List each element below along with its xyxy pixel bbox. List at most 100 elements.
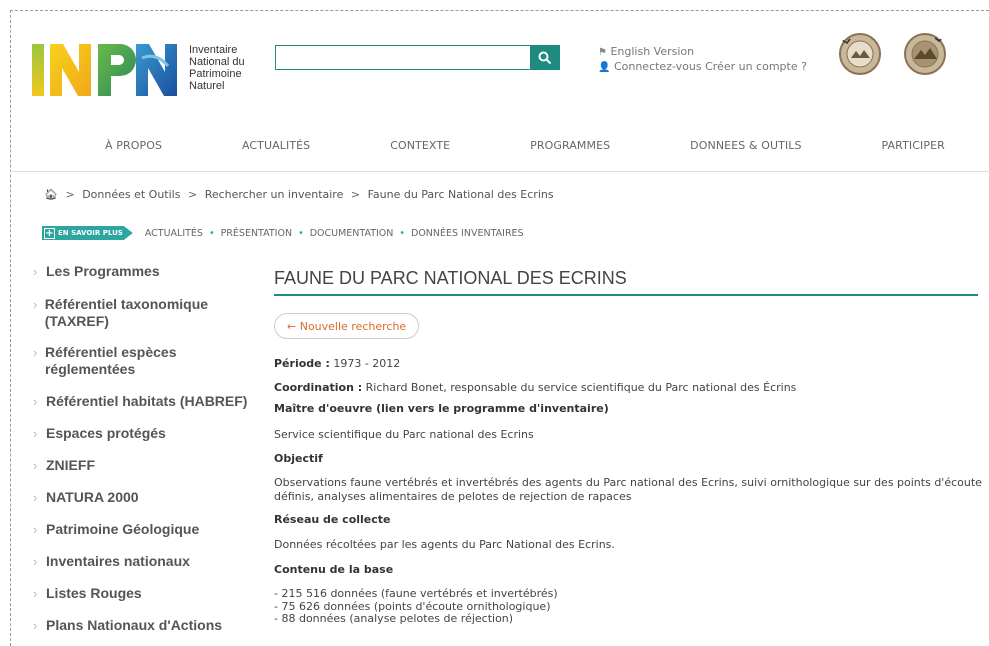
sidebar: › Les Programmes › Référentiel taxonomique… — [33, 263, 253, 634]
nav-divider — [10, 171, 989, 172]
subnav-presentation[interactable]: PRÉSENTATION — [221, 228, 293, 239]
sidebar-item-espaces-proteges[interactable]: › Espaces protégés — [33, 425, 253, 442]
contenu-item: - 215 516 données (faune vertébrés et in… — [274, 587, 558, 600]
breadcrumb-rechercher-inventaire[interactable]: Rechercher un inventaire — [205, 188, 344, 201]
english-version-link[interactable]: ⚑ English Version — [598, 45, 694, 58]
sidebar-item-label: ZNIEFF — [46, 457, 95, 473]
chevron-right-icon: › — [33, 264, 38, 279]
reseau-heading: Réseau de collecte — [274, 513, 984, 527]
reseau-heading-text: Réseau de collecte — [274, 513, 391, 526]
badge-label: EN SAVOIR PLUS — [58, 229, 123, 237]
sidebar-item-listes-rouges[interactable]: › Listes Rouges — [33, 585, 253, 602]
home-icon[interactable]: 🏠︎ — [44, 188, 58, 201]
logo-text-line: Patrimoine — [189, 68, 242, 80]
breadcrumb-separator: > — [350, 188, 361, 201]
periode-value: 1973 - 2012 — [333, 357, 401, 370]
chevron-right-icon: › — [33, 554, 38, 569]
new-search-button[interactable]: ← Nouvelle recherche — [274, 313, 420, 339]
chevron-right-icon: › — [33, 586, 38, 601]
chevron-right-icon: › — [33, 522, 38, 537]
coordination-value: Richard Bonet, responsable du service sc… — [365, 381, 797, 394]
main-nav: À PROPOS ACTUALITÉS CONTEXTE PROGRAMMES … — [85, 139, 965, 152]
subnav-actualites[interactable]: ACTUALITÉS — [145, 228, 203, 239]
sidebar-item-label: Espaces protégés — [46, 425, 166, 441]
subnav-donnees-inventaires[interactable]: DONNÉES INVENTAIRES — [411, 228, 524, 239]
chevron-right-icon: › — [33, 458, 38, 473]
objectif-heading-text: Objectif — [274, 452, 323, 465]
logo-text-line: National du — [189, 56, 245, 68]
breadcrumb-separator: > — [187, 188, 198, 201]
nav-item-a-propos[interactable]: À PROPOS — [85, 139, 182, 152]
maitre-value: Service scientifique du Parc national de… — [274, 428, 534, 441]
sidebar-item-label: Les Programmes — [46, 263, 160, 279]
coordination-row: Coordination : Richard Bonet, responsabl… — [274, 381, 984, 395]
title-underline — [274, 294, 978, 296]
chevron-right-icon: › — [33, 426, 38, 441]
sidebar-item-natura-2000[interactable]: › NATURA 2000 — [33, 489, 253, 506]
chevron-right-icon: › — [33, 345, 38, 360]
contenu-heading-text: Contenu de la base — [274, 563, 394, 576]
sidebar-item-label: Référentiel taxonomique (TAXREF) — [44, 296, 209, 329]
nav-item-donnees-outils[interactable]: DONNEES & OUTILS — [670, 139, 821, 152]
breadcrumb-separator: > — [65, 188, 75, 201]
periode-row: Période : 1973 - 2012 — [274, 357, 984, 371]
bullet-separator: • — [208, 227, 215, 239]
sub-nav: + EN SAVOIR PLUS ACTUALITÉS • PRÉSENTATI… — [42, 226, 524, 240]
sidebar-item-especes-reglementees[interactable]: › Référentiel espèces réglementées — [33, 344, 253, 378]
breadcrumb: 🏠︎ > Données et Outils > Rechercher un i… — [44, 188, 554, 201]
sidebar-item-label: Listes Rouges — [46, 585, 142, 601]
sidebar-item-label: Inventaires nationaux — [46, 553, 190, 569]
nav-item-contexte[interactable]: CONTEXTE — [370, 139, 470, 152]
sidebar-item-taxref[interactable]: › Référentiel taxonomique (TAXREF) — [33, 296, 253, 330]
search-input[interactable] — [275, 45, 530, 70]
flag-icon: ⚑ — [598, 47, 607, 58]
breadcrumb-current: Faune du Parc National des Ecrins — [367, 188, 554, 201]
inpn-logo[interactable] — [30, 38, 184, 100]
inventory-details: Période : 1973 - 2012 Coordination : Ric… — [274, 357, 984, 626]
sidebar-item-label: NATURA 2000 — [46, 489, 139, 505]
subnav-documentation[interactable]: DOCUMENTATION — [310, 228, 394, 239]
chevron-right-icon: › — [33, 394, 38, 409]
chevron-right-icon: › — [33, 297, 38, 312]
sidebar-item-inventaires-nationaux[interactable]: › Inventaires nationaux — [33, 553, 253, 570]
nav-item-actualites[interactable]: ACTUALITÉS — [222, 139, 330, 152]
reseau-value: Données récoltées par les agents du Parc… — [274, 538, 615, 551]
breadcrumb-donnees-outils[interactable]: Données et Outils — [82, 188, 180, 201]
logo-text-line: Inventaire — [189, 44, 238, 56]
maitre-heading-text: Maître d'oeuvre (lien vers le programme … — [274, 402, 609, 415]
user-icon: 👤 — [598, 62, 611, 73]
partner-seal-icon[interactable] — [903, 32, 947, 76]
objectif-heading: Objectif — [274, 452, 984, 466]
bullet-separator: • — [399, 227, 405, 239]
login-link[interactable]: Connectez-vous — [614, 60, 702, 73]
sidebar-item-plans-nationaux[interactable]: › Plans Nationaux d'Actions — [33, 617, 253, 634]
nav-item-participer[interactable]: PARTICIPER — [862, 139, 965, 152]
partner-seal-icon[interactable] — [838, 32, 882, 76]
create-account-link[interactable]: Créer un compte ? — [705, 60, 807, 73]
chevron-right-icon: › — [33, 490, 38, 505]
page-title: FAUNE DU PARC NATIONAL DES ECRINS — [274, 268, 627, 288]
sidebar-item-habref[interactable]: › Référentiel habitats (HABREF) — [33, 393, 253, 410]
contenu-item: - 88 données (analyse pelotes de réjecti… — [274, 612, 514, 625]
account-links: 👤 Connectez-vous Créer un compte ? — [598, 60, 807, 73]
plus-icon: + — [44, 227, 55, 239]
nav-item-programmes[interactable]: PROGRAMMES — [510, 139, 630, 152]
sidebar-item-patrimoine-geologique[interactable]: › Patrimoine Géologique — [33, 521, 253, 538]
logo-text-line: Naturel — [189, 80, 225, 92]
sidebar-item-label: Référentiel habitats (HABREF) — [46, 393, 248, 409]
coordination-label: Coordination : — [274, 381, 363, 394]
sidebar-item-label: Référentiel espèces réglementées — [44, 344, 177, 377]
sidebar-item-znieff[interactable]: › ZNIEFF — [33, 457, 253, 474]
english-version-label: English Version — [610, 45, 695, 58]
bullet-separator: • — [298, 227, 304, 239]
sidebar-item-label: Plans Nationaux d'Actions — [46, 617, 223, 633]
maitre-heading: Maître d'oeuvre (lien vers le programme … — [274, 402, 984, 416]
sidebar-item-label: Patrimoine Géologique — [46, 521, 200, 537]
sidebar-item-programmes[interactable]: › Les Programmes — [33, 263, 253, 280]
search-button[interactable] — [530, 45, 560, 70]
logo-text: Inventaire National du Patrimoine Nature… — [189, 44, 259, 92]
chevron-right-icon: › — [33, 618, 38, 633]
search-icon — [538, 51, 552, 64]
contenu-heading: Contenu de la base — [274, 563, 984, 577]
en-savoir-plus-badge[interactable]: + EN SAVOIR PLUS — [42, 226, 133, 240]
